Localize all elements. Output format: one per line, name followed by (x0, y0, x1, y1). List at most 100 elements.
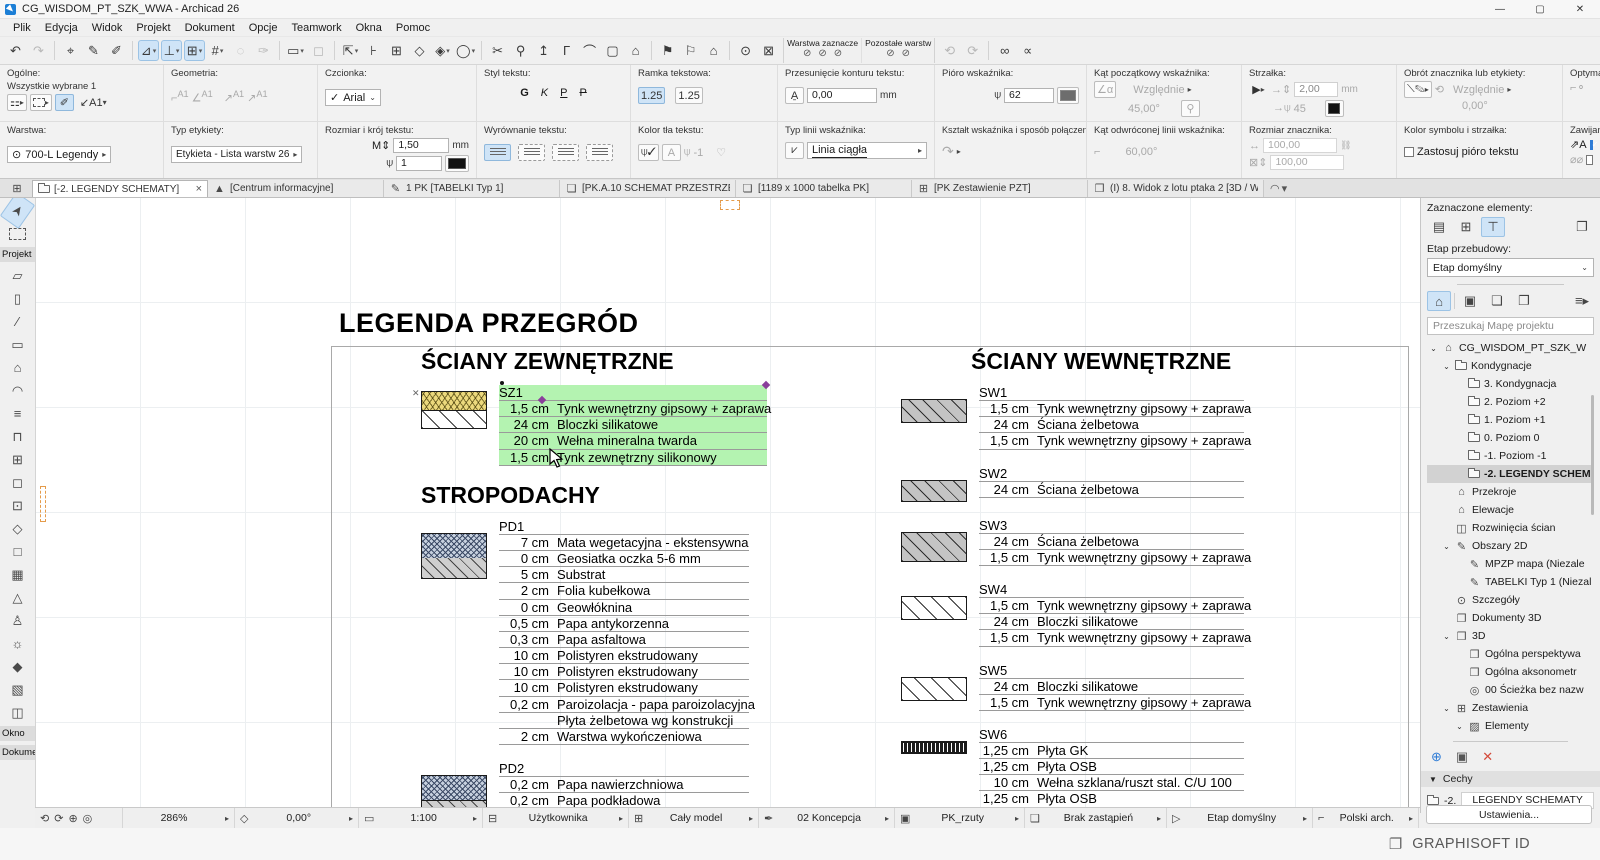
door-tool[interactable]: ◻ (3, 471, 32, 494)
mesh-tool[interactable]: △ (3, 586, 32, 609)
tree-item-15[interactable]: ❐Dokumenty 3D (1427, 609, 1594, 627)
anchor-button[interactable]: A̱ (785, 87, 804, 104)
link-icon[interactable]: ∞ (994, 40, 1015, 61)
zoom-in-icon[interactable]: ⊕ (68, 812, 77, 825)
pick-up-parameters-icon[interactable]: ⌖ (60, 40, 81, 61)
close-button[interactable]: ✕ (1560, 0, 1600, 18)
align-right-button[interactable] (552, 144, 579, 161)
tree-item-19[interactable]: ◎00 Ścieżka bez nazw (1427, 681, 1594, 699)
split-icon[interactable]: ✂ (487, 40, 508, 61)
publisher-icon[interactable]: ❐ (1512, 291, 1536, 311)
status-layer-combination[interactable]: ⊟Użytkownika▸ (483, 808, 629, 828)
settings-button[interactable]: Ustawienia... (1426, 805, 1592, 824)
chevron-right-icon[interactable]: ▸ (473, 814, 477, 823)
tab-3[interactable]: ❏[PK.A.10 SCHEMAT PRZESTRZENI] (560, 180, 736, 197)
underline-button[interactable]: P (560, 87, 567, 99)
menu-edycja[interactable]: Edycja (38, 21, 85, 35)
tree-item-17[interactable]: ❒Ogólna perspektywa (1427, 645, 1594, 663)
wall-filter-icon[interactable]: ▤ (1427, 217, 1451, 237)
pointer-pen-input[interactable]: 62 (1004, 88, 1054, 103)
tree-item-6[interactable]: -1. Poziom -1 (1427, 447, 1594, 465)
tab-2[interactable]: ✎1 PK [TABELKI Typ 1] (384, 180, 560, 197)
chevron-right-icon[interactable]: ▸ (885, 814, 889, 823)
tree-item-18[interactable]: ❒Ogólna aksonometr (1427, 663, 1594, 681)
marquee-settings-button[interactable]: ▸ (30, 94, 52, 111)
status-zoom-level[interactable]: 286%▸ (123, 808, 235, 828)
equipment-tool[interactable]: ▧ (3, 678, 32, 701)
fit-in-window-icon[interactable]: ◎ (83, 812, 93, 825)
tree-item-10[interactable]: ◫Rozwinięcia ścian (1427, 519, 1594, 537)
tree-item-4[interactable]: 1. Poziom +1 (1427, 411, 1594, 429)
dimension-icon[interactable]: ⊦ (363, 40, 384, 61)
stair-tool[interactable]: ≡ (3, 402, 32, 425)
layout-book-icon[interactable]: ❏ (1485, 291, 1509, 311)
snap-guides-icon[interactable]: ⊥▾ (161, 40, 182, 61)
tree-item-3[interactable]: 2. Poziom +2 (1427, 393, 1594, 411)
tab-6[interactable]: ❒(I) 8. Widok z lotu ptaka 2 [3D / Ws... (1088, 180, 1264, 197)
morph-icon[interactable]: ◈▾ (432, 40, 453, 61)
tab-close-icon[interactable]: × (196, 183, 202, 195)
bold-button[interactable]: G (520, 87, 529, 99)
label-filter-icon[interactable]: ⊤ (1481, 217, 1505, 237)
home-story-icon[interactable]: ⌂ (703, 40, 724, 61)
graphisoft-id-label[interactable]: GRAPHISOFT ID (1412, 836, 1530, 852)
tree-item-7[interactable]: -2. LEGENDY SCHEM (1427, 465, 1594, 483)
tree-item-12[interactable]: ✎MPZP mapa (Niezale (1427, 555, 1594, 573)
opening-2d-tool[interactable]: ◫ (3, 701, 32, 724)
status-dimension-standard[interactable]: ⌐Polski arch.▸ (1313, 808, 1419, 828)
marker-height-input[interactable]: 100,00 (1270, 155, 1344, 170)
pen-color-button[interactable] (1057, 87, 1079, 104)
drawing-canvas[interactable]: LEGENDA PRZEGRÓD ŚCIANY ZEWNĘTRZNE✕SZ11,… (36, 198, 1420, 813)
arrow-pen-color-button[interactable] (1325, 100, 1344, 117)
move-icon[interactable]: ⇱▾ (340, 40, 361, 61)
text-size-input[interactable]: 1,50 (393, 138, 449, 153)
menu-projekt[interactable]: Projekt (129, 21, 177, 35)
chevron-right-icon[interactable]: ▸ (349, 814, 353, 823)
tree-item-21[interactable]: ⌄▨Elementy (1427, 717, 1594, 735)
morph-tool[interactable]: ◆ (3, 655, 32, 678)
beam-tool[interactable]: ∕ (3, 310, 32, 333)
chevron-right-icon[interactable]: ▸ (749, 814, 753, 823)
chevron-right-icon[interactable]: ▸ (1409, 814, 1413, 823)
skylight-tool[interactable]: ◇ (3, 517, 32, 540)
menu-plik[interactable]: Plik (6, 21, 38, 35)
tree-item-2[interactable]: 3. Kondygnacja (1427, 375, 1594, 393)
arrow-pen-value[interactable]: 45 (1294, 103, 1306, 115)
reverse-angle-value[interactable]: 60,00° (1125, 146, 1157, 158)
status-pen-set[interactable]: ✒02 Koncepcja▸ (759, 808, 895, 828)
menu-pomoc[interactable]: Pomoc (389, 21, 437, 35)
curtain-wall-tool[interactable]: ⊞ (3, 448, 32, 471)
tab-0[interactable]: [-2. LEGENDY SCHEMATY]× (32, 180, 208, 197)
align-center-button[interactable] (518, 144, 545, 161)
lamp-tool[interactable]: ☼ (3, 632, 32, 655)
layer-select[interactable]: ⊙ 700-L Legendy ▸ (7, 146, 111, 163)
renovation-stage-select[interactable]: Etap domyślny ⌄ (1427, 258, 1594, 277)
resize-icon[interactable]: ▢ (602, 40, 623, 61)
navigator-menu-icon[interactable]: ≡▸ (1570, 291, 1594, 311)
slab-tool[interactable]: ▭ (3, 333, 32, 356)
flag-outline-icon[interactable]: ⚐ (680, 40, 701, 61)
wrap-checkbox[interactable] (1590, 140, 1593, 150)
tree-item-20[interactable]: ⌄⊞Zestawienia (1427, 699, 1594, 717)
zoom-forward-icon[interactable]: ⟳ (54, 812, 63, 825)
inject-parameters-icon[interactable]: ✎ (83, 40, 104, 61)
tree-item-13[interactable]: ✎TABELKI Typ 1 (Niezal (1427, 573, 1594, 591)
project-map-icon[interactable]: ⌂ (1427, 291, 1451, 311)
status-model-filter[interactable]: ⊞Cały model▸ (629, 808, 759, 828)
menu-dokument[interactable]: Dokument (178, 21, 242, 35)
circle-icon[interactable]: ◯▾ (455, 40, 476, 61)
chain-icon[interactable]: ∝ (1017, 40, 1038, 61)
tab-5[interactable]: ⊞[PK Zestawienie PZT] (912, 180, 1088, 197)
pointer-line-button[interactable]: ⩗ (785, 142, 804, 159)
flag-icon[interactable]: ⚑ (657, 40, 678, 61)
italic-button[interactable]: K (541, 87, 548, 99)
railing-tool[interactable]: ⊓ (3, 425, 32, 448)
status-override-status[interactable]: ❑Brak zastąpień▸ (1025, 808, 1167, 828)
zone-tool[interactable]: ▦ (3, 563, 32, 586)
tree-item-0[interactable]: ⌄⌂CG_WISDOM_PT_SZK_W (1427, 339, 1594, 357)
maximize-button[interactable]: ▢ (1520, 0, 1560, 18)
clipboard-icon[interactable]: ❐ (1570, 217, 1594, 237)
tree-expand-icon[interactable]: ⌄ (1429, 344, 1438, 353)
tree-expand-icon[interactable]: ⌄ (1442, 542, 1451, 551)
tree-expand-icon[interactable]: ⌄ (1442, 632, 1451, 641)
